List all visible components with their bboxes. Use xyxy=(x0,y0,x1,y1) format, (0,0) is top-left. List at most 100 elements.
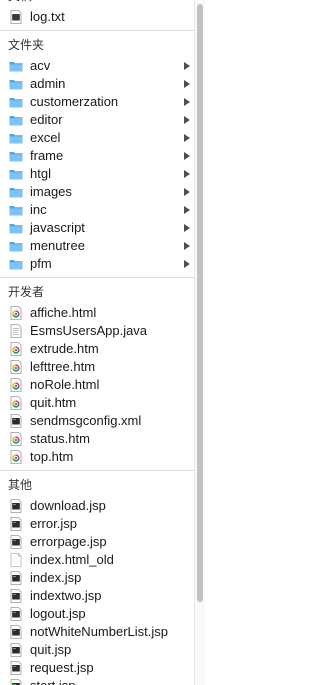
chevron-right-icon[interactable] xyxy=(184,98,190,106)
file-row[interactable]: status.htm xyxy=(0,430,194,448)
folder-row[interactable]: inc xyxy=(0,201,194,219)
developer-list: affiche.html EsmsUsersApp.java extrude.htm… xyxy=(0,304,194,466)
chrome-html-icon xyxy=(9,306,23,320)
folder-row[interactable]: admin xyxy=(0,75,194,93)
folder-row[interactable]: editor xyxy=(0,111,194,129)
chrome-html-icon xyxy=(9,378,23,392)
file-row[interactable]: quit.htm xyxy=(0,394,194,412)
folder-name: excel xyxy=(30,130,61,145)
folder-name: frame xyxy=(30,148,64,163)
group-header-folders: 文件夹 xyxy=(8,38,45,52)
chrome-html-icon xyxy=(9,396,23,410)
text-file-icon xyxy=(9,10,23,24)
folder-row[interactable]: images xyxy=(0,183,194,201)
folder-row[interactable]: customerzation xyxy=(0,93,194,111)
file-row[interactable]: EsmsUsersApp.java xyxy=(0,322,194,340)
exec-file-icon xyxy=(9,643,23,657)
folder-name: menutree xyxy=(30,238,85,253)
file-name: status.htm xyxy=(30,431,90,446)
file-row[interactable]: quit.jsp xyxy=(0,641,194,659)
file-row[interactable]: start.jsp xyxy=(0,677,194,685)
file-row[interactable]: noRole.html xyxy=(0,376,194,394)
divider xyxy=(0,277,194,278)
file-name: indextwo.jsp xyxy=(30,588,102,603)
chevron-right-icon[interactable] xyxy=(184,260,190,268)
chevron-right-icon[interactable] xyxy=(184,152,190,160)
group-header-documents: 文稿 xyxy=(0,0,194,8)
file-row[interactable]: download.jsp xyxy=(0,497,194,515)
file-row[interactable]: request.jsp xyxy=(0,659,194,677)
file-name: quit.jsp xyxy=(30,642,72,657)
folder-icon xyxy=(9,239,23,253)
exec-file-icon xyxy=(9,625,23,639)
folder-name: images xyxy=(30,184,72,199)
file-row[interactable]: errorpage.jsp xyxy=(0,533,194,551)
folder-name: htgl xyxy=(30,166,51,181)
folder-name: inc xyxy=(30,202,47,217)
file-row[interactable]: lefttree.htm xyxy=(0,358,194,376)
file-name: start.jsp xyxy=(30,677,76,685)
folder-row[interactable]: pfm xyxy=(0,255,194,273)
folder-icon xyxy=(9,257,23,271)
folder-icon xyxy=(9,77,23,91)
chrome-html-icon xyxy=(9,342,23,356)
file-row[interactable]: index.html_old xyxy=(0,551,194,569)
file-name: notWhiteNumberList.jsp xyxy=(30,624,168,639)
file-row[interactable]: index.jsp xyxy=(0,569,194,587)
empty-area xyxy=(205,0,270,685)
exec-file-icon xyxy=(9,517,23,531)
exec-file-icon xyxy=(9,589,23,603)
java-file-icon xyxy=(9,324,23,338)
file-row[interactable]: top.htm xyxy=(0,448,194,466)
file-row[interactable]: logout.jsp xyxy=(0,605,194,623)
group-header-developer: 开发者 xyxy=(8,285,45,299)
chevron-right-icon[interactable] xyxy=(184,242,190,250)
file-name: EsmsUsersApp.java xyxy=(30,323,148,338)
exec-file-icon xyxy=(9,535,23,549)
folder-icon xyxy=(9,167,23,181)
chevron-right-icon[interactable] xyxy=(184,188,190,196)
chevron-right-icon[interactable] xyxy=(184,116,190,124)
chevron-right-icon[interactable] xyxy=(184,80,190,88)
chrome-html-icon xyxy=(9,450,23,464)
chevron-right-icon[interactable] xyxy=(184,62,190,70)
group-header-other: 其他 xyxy=(8,478,33,492)
file-name: noRole.html xyxy=(30,377,100,392)
exec-file-icon xyxy=(9,571,23,585)
file-name: index.jsp xyxy=(30,570,82,585)
folder-icon xyxy=(9,59,23,73)
folder-row[interactable]: frame xyxy=(0,147,194,165)
file-row[interactable]: sendmsgconfig.xml xyxy=(0,412,194,430)
file-row[interactable]: notWhiteNumberList.jsp xyxy=(0,623,194,641)
chevron-right-icon[interactable] xyxy=(184,170,190,178)
file-name: lefttree.htm xyxy=(30,359,96,374)
folder-row[interactable]: javascript xyxy=(0,219,194,237)
divider xyxy=(0,470,194,471)
folder-row[interactable]: excel xyxy=(0,129,194,147)
file-list-pane: 文稿 log.txt 文件夹 acv admin customerzation edi… xyxy=(0,0,194,685)
file-row[interactable]: extrude.htm xyxy=(0,340,194,358)
folder-row[interactable]: htgl xyxy=(0,165,194,183)
file-row[interactable]: indextwo.jsp xyxy=(0,587,194,605)
folder-icon xyxy=(9,185,23,199)
file-row[interactable]: affiche.html xyxy=(0,304,194,322)
divider xyxy=(0,30,194,31)
folders-list: acv admin customerzation editor excel frame ht… xyxy=(0,57,194,273)
folder-icon xyxy=(9,95,23,109)
chevron-right-icon[interactable] xyxy=(184,206,190,214)
folder-name: pfm xyxy=(30,256,52,271)
chevron-right-icon[interactable] xyxy=(184,224,190,232)
exec-file-icon xyxy=(9,414,23,428)
chrome-html-icon xyxy=(9,360,23,374)
file-row[interactable]: log.txt xyxy=(0,8,194,26)
vertical-scrollbar[interactable] xyxy=(194,0,205,685)
folder-name: acv xyxy=(30,58,51,73)
folder-icon xyxy=(9,203,23,217)
file-name: request.jsp xyxy=(30,660,94,675)
file-row[interactable]: error.jsp xyxy=(0,515,194,533)
folder-row[interactable]: acv xyxy=(0,57,194,75)
folder-row[interactable]: menutree xyxy=(0,237,194,255)
chrome-html-icon xyxy=(9,432,23,446)
scrollbar-thumb[interactable] xyxy=(197,4,203,602)
chevron-right-icon[interactable] xyxy=(184,134,190,142)
